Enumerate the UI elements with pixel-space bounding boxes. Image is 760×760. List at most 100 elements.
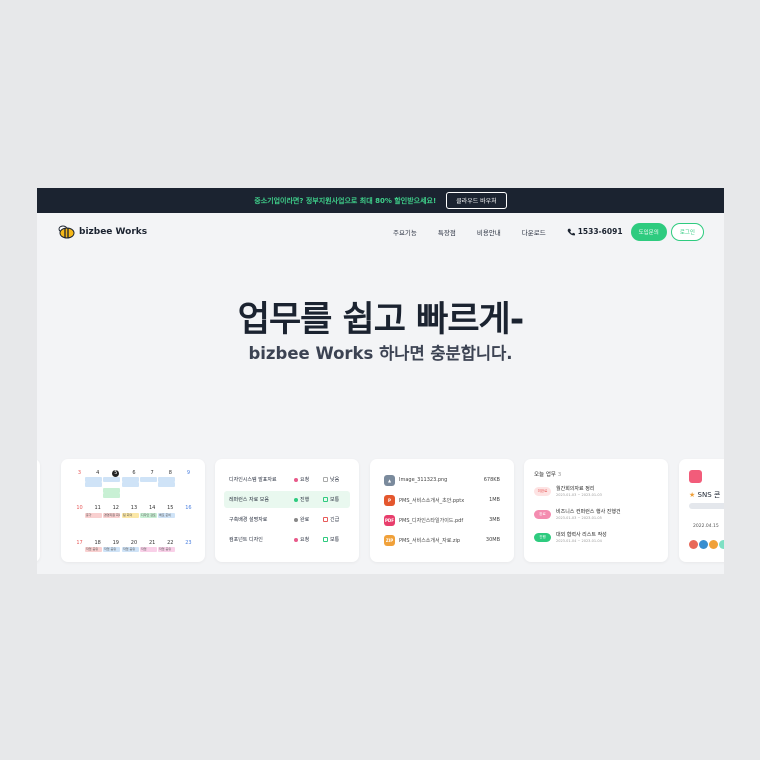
calendar-day[interactable]: 9 xyxy=(180,470,197,477)
priority-icon xyxy=(323,497,328,502)
todo-title: 오늘 업무 3 xyxy=(534,470,561,478)
file-size: 30MB xyxy=(485,537,500,543)
zip-icon: ZIP xyxy=(384,534,395,546)
file-row[interactable]: ZIP PMS_서비스소개서_자료.zip 30MB xyxy=(384,533,500,547)
priority-icon xyxy=(323,537,328,542)
nav-item-download[interactable]: 다운로드 xyxy=(522,227,546,237)
file-size: 1MB xyxy=(489,497,500,503)
calendar-day[interactable]: 21 xyxy=(144,540,161,546)
calendar-event[interactable]: 경영지원 회의 xyxy=(103,513,120,518)
calendar-day[interactable]: 13 xyxy=(125,505,142,511)
status-dot-icon xyxy=(294,477,298,482)
calendar-day[interactable]: 22 xyxy=(162,540,179,546)
calendar-day-today[interactable]: 5 xyxy=(107,470,124,477)
task-priority[interactable]: 긴급 xyxy=(323,516,339,523)
partial-card-left xyxy=(37,459,40,562)
todo-item[interactable]: 진행 대외 협력사 리스트 작성 2023-01-04 ~ 2023-01-04 xyxy=(534,531,660,549)
sns-title-text: SNS 콘 xyxy=(697,491,721,499)
calendar-day[interactable]: 8 xyxy=(162,470,179,477)
task-status[interactable]: 완료 xyxy=(294,516,309,523)
file-name: PMS_서비스소개서_초안.pptx xyxy=(399,497,465,504)
calendar-event[interactable]: 작업 공유 xyxy=(103,547,120,552)
todo-item[interactable]: 미완료 월간회의자료 정리 2023-01-03 ~ 2023-01-03 xyxy=(534,485,660,503)
urgent-icon xyxy=(323,517,328,522)
calendar-day[interactable]: 17 xyxy=(71,540,88,546)
calendar-day[interactable]: 10 xyxy=(71,505,88,511)
calendar-event[interactable]: 배포 준비 xyxy=(158,513,175,518)
task-status[interactable]: 요청 xyxy=(294,536,309,543)
todo-tag: 미완료 xyxy=(534,487,551,496)
calendar-event[interactable] xyxy=(158,482,175,487)
calendar-event[interactable] xyxy=(140,477,157,482)
task-name: 디자인시스템 발표자료 xyxy=(229,477,277,483)
calendar-event[interactable] xyxy=(103,477,120,482)
file-row[interactable]: PDF PMS_디자인스타일가이드.pdf 3MB xyxy=(384,513,500,527)
file-name: PMS_디자인스타일가이드.pdf xyxy=(399,517,464,524)
logo-text: bizbee Works xyxy=(79,226,148,237)
calendar-day[interactable]: 23 xyxy=(180,540,197,546)
priority-icon xyxy=(323,477,328,482)
task-row[interactable]: 컴포넌트 디자인 요청 보통 xyxy=(224,531,350,548)
task-priority[interactable]: 보통 xyxy=(323,536,339,543)
todo-item[interactable]: 완료 비즈니스 컨퍼런스 행사 진행건 2023-01-03 ~ 2023-01… xyxy=(534,508,660,526)
calendar-event[interactable]: 작업 xyxy=(140,547,157,552)
avatar xyxy=(709,540,718,549)
file-name: PMS_서비스소개서_자료.zip xyxy=(399,537,461,544)
hero-title: 업무를 쉽고 빠르게- xyxy=(237,300,525,340)
calendar-day[interactable]: 4 xyxy=(89,470,106,477)
todo-card: 오늘 업무 3 미완료 월간회의자료 정리 2023-01-03 ~ 2023-… xyxy=(524,459,668,562)
calendar-day[interactable]: 19 xyxy=(107,540,124,546)
pptx-icon: P xyxy=(384,494,395,506)
todo-name: 월간회의자료 정리 xyxy=(556,486,595,492)
todo-name: 대외 협력사 리스트 작성 xyxy=(556,532,607,538)
todo-tag: 진행 xyxy=(534,533,551,542)
nav-item-features[interactable]: 주요기능 xyxy=(393,227,417,237)
star-icon: ★ xyxy=(689,491,696,499)
task-status[interactable]: 진행 xyxy=(294,496,309,503)
calendar-day[interactable]: 11 xyxy=(89,505,106,511)
calendar-day[interactable]: 7 xyxy=(144,470,161,477)
calendar-event[interactable]: 휴가 xyxy=(85,513,102,518)
todo-count: 3 xyxy=(557,472,562,478)
task-status[interactable]: 요청 xyxy=(294,476,309,483)
task-row[interactable]: 구축배경 설명자료 완료 긴급 xyxy=(224,511,350,528)
calendar-day[interactable]: 20 xyxy=(125,540,142,546)
inquiry-button[interactable]: 도입문의 xyxy=(630,222,667,241)
file-row[interactable]: ▲ Image_311323.png 678KB xyxy=(384,473,500,487)
phone-number[interactable]: 1533-6091 xyxy=(567,227,623,236)
task-row[interactable]: 레퍼런스 자료 모음 진행 보통 xyxy=(224,491,350,508)
calendar-event[interactable] xyxy=(122,482,139,487)
pdf-icon: PDF xyxy=(384,514,395,526)
calendar-event[interactable]: 작업 공유 xyxy=(122,547,139,552)
calendar-day[interactable]: 18 xyxy=(89,540,106,546)
calendar-day[interactable]: 6 xyxy=(125,470,142,477)
sns-card[interactable]: ★ SNS 콘 2022.04.15 xyxy=(679,459,724,562)
calendar-event[interactable] xyxy=(85,482,102,487)
nav-menu: 주요기능 특장점 비용안내 다운로드 1533-6091 도입문의 로그인 xyxy=(393,222,704,241)
calendar-day[interactable]: 3 xyxy=(71,470,88,477)
login-button[interactable]: 로그인 xyxy=(670,222,704,241)
calendar-day[interactable]: 16 xyxy=(180,505,197,511)
logo[interactable]: bizbee Works xyxy=(57,225,147,239)
task-priority[interactable]: 낮음 xyxy=(323,476,339,483)
voucher-button[interactable]: 클라우드 바우처 xyxy=(446,192,507,209)
calendar-day[interactable]: 12 xyxy=(107,505,124,511)
status-label: 요청 xyxy=(300,537,310,543)
calendar-day[interactable]: 15 xyxy=(162,505,179,511)
nav-item-advantages[interactable]: 특장점 xyxy=(438,227,456,237)
task-row[interactable]: 디자인시스템 발표자료 요청 낮음 xyxy=(224,471,350,488)
calendar-day[interactable]: 14 xyxy=(144,505,161,511)
calendar-card[interactable]: 3 4 5 6 7 8 9 10 11 12 13 14 15 16 휴가 경영… xyxy=(61,459,205,562)
nav-item-pricing[interactable]: 비용안내 xyxy=(477,227,501,237)
calendar-event[interactable] xyxy=(103,493,120,498)
calendar-event[interactable]: 작업 공유 xyxy=(158,547,175,552)
todo-date: 2023-01-03 ~ 2023-01-05 xyxy=(556,516,602,520)
status-dot-icon xyxy=(294,517,298,522)
calendar-event[interactable]: 작업 공유 xyxy=(85,547,102,552)
file-row[interactable]: P PMS_서비스소개서_초안.pptx 1MB xyxy=(384,493,500,507)
sns-input[interactable] xyxy=(689,503,724,509)
calendar-event[interactable]: 팀 회의 xyxy=(122,513,139,518)
avatar xyxy=(699,540,708,549)
task-priority[interactable]: 보통 xyxy=(323,496,339,503)
calendar-event[interactable]: 디자인 검토 xyxy=(140,513,157,518)
